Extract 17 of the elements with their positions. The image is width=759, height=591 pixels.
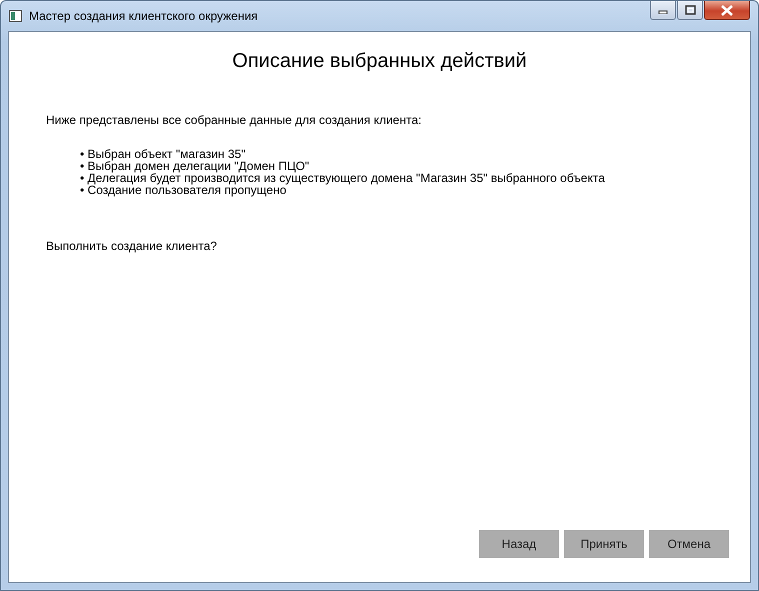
summary-item: • Создание пользователя пропущено	[80, 184, 286, 196]
minimize-button[interactable]	[650, 1, 676, 20]
accept-button[interactable]: Принять	[564, 530, 644, 558]
back-button[interactable]: Назад	[479, 530, 559, 558]
maximize-button[interactable]	[677, 1, 703, 20]
maximize-icon	[684, 5, 696, 15]
cancel-button[interactable]: Отмена	[649, 530, 729, 558]
close-icon	[720, 4, 734, 16]
window-icon	[9, 10, 22, 22]
summary-item: • Делегация будет производится из существующего домена "Магазин 35" выбранного объекта	[80, 172, 606, 184]
page-heading: Описание выбранных действий	[231, 50, 528, 73]
intro-text: Ниже представлены все собранные данные для создания клиента:	[46, 113, 422, 127]
summary-item: • Выбран объект "магазин 35"	[80, 148, 246, 160]
confirm-question: Выполнить создание клиента?	[46, 239, 218, 253]
close-button[interactable]	[704, 1, 750, 20]
window-title: Мастер создания клиентского окружения	[29, 9, 259, 23]
summary-item: • Выбран домен делегации "Домен ПЦО"	[80, 160, 310, 172]
